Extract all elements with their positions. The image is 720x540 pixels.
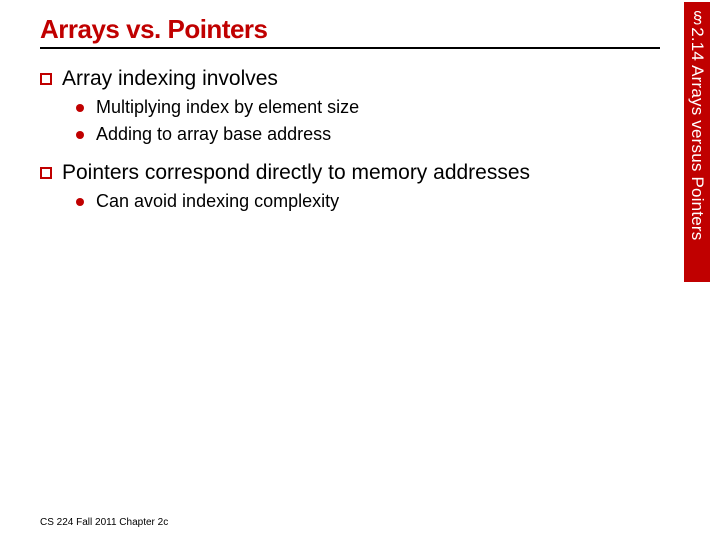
list-item: Can avoid indexing complexity [76, 191, 680, 212]
bullet-text: Pointers correspond directly to memory a… [62, 161, 530, 185]
dot-bullet-icon [76, 104, 84, 112]
list-item: Adding to array base address [76, 124, 680, 145]
slide-content: Array indexing involves Multiplying inde… [40, 49, 680, 212]
section-sidebar: §2.14 Arrays versus Pointers [684, 2, 710, 282]
square-bullet-icon [40, 167, 52, 179]
bullet-text: Adding to array base address [96, 124, 331, 145]
bullet-text: Array indexing involves [62, 67, 278, 91]
slide-footer: CS 224 Fall 2011 Chapter 2c [40, 517, 168, 528]
slide-title: Arrays vs. Pointers [40, 14, 660, 49]
slide: Arrays vs. Pointers Array indexing invol… [0, 0, 720, 540]
dot-bullet-icon [76, 198, 84, 206]
square-bullet-icon [40, 73, 52, 85]
list-item: Array indexing involves [40, 67, 680, 91]
bullet-text: Multiplying index by element size [96, 97, 359, 118]
list-item: Pointers correspond directly to memory a… [40, 161, 680, 185]
bullet-text: Can avoid indexing complexity [96, 191, 339, 212]
section-label: §2.14 Arrays versus Pointers [687, 2, 707, 240]
list-item: Multiplying index by element size [76, 97, 680, 118]
dot-bullet-icon [76, 131, 84, 139]
